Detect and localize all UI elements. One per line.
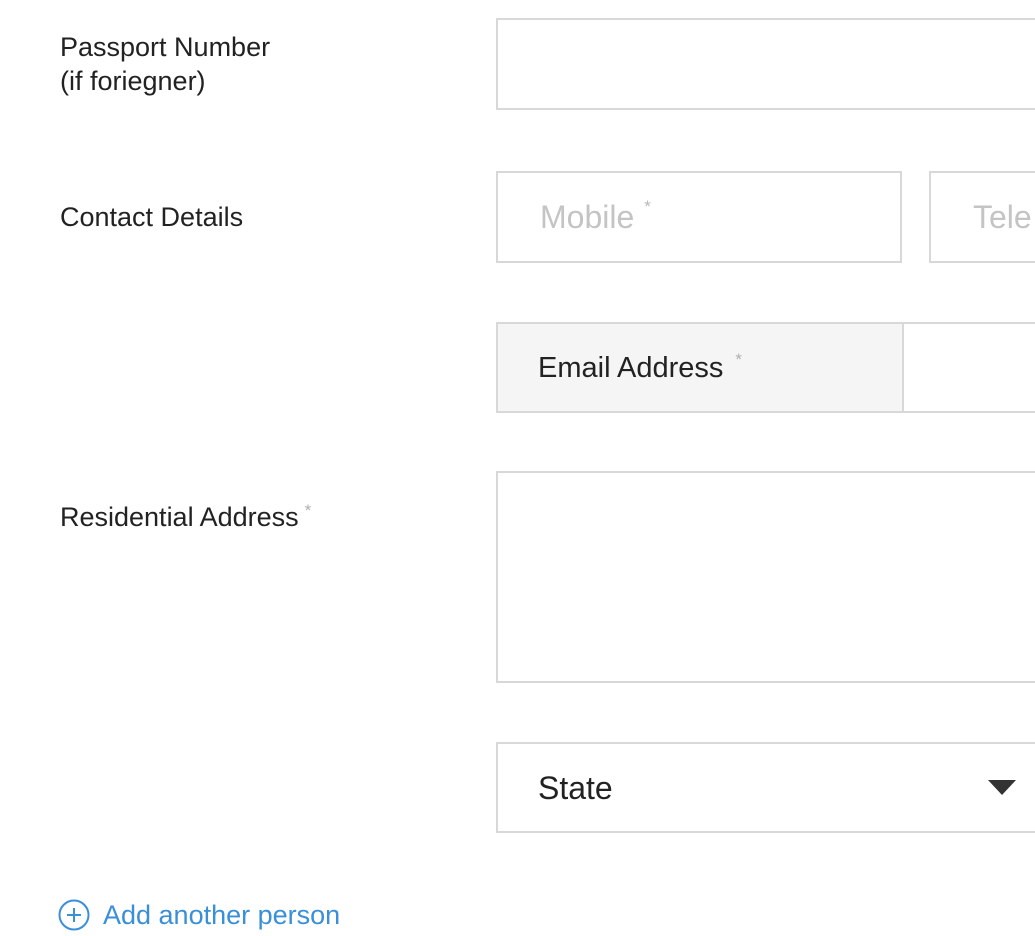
add-another-person-link[interactable]: Add another person [58,898,340,932]
residential-address-label: Residential Address * [60,500,311,534]
residential-address-textarea[interactable] [496,471,1035,683]
mobile-input[interactable]: Mobile * [496,171,902,263]
passport-label-line1: Passport Number [60,32,271,62]
email-required-marker: * [735,350,742,369]
residential-address-label-text: Residential Address [60,502,299,532]
passport-label-line2: (if foriegner) [60,66,206,96]
state-selected-value: State [538,770,613,806]
state-select[interactable]: State [496,742,1035,833]
mobile-required-marker: * [644,197,651,216]
mobile-placeholder-text: Mobile [540,199,635,235]
passport-number-input[interactable] [496,18,1035,110]
residential-required-marker: * [304,501,312,520]
telephone-input[interactable]: Tele [929,171,1035,263]
email-address-addon-text: Email Address [538,352,724,384]
plus-circle-icon [58,899,90,931]
person-details-form: Passport Number (if foriegner) Contact D… [0,0,1035,936]
add-another-person-label: Add another person [103,900,341,930]
caret-down-icon [988,780,1016,795]
telephone-placeholder: Tele [973,199,1032,235]
email-address-input[interactable] [902,324,1035,411]
email-address-group: Email Address * [496,322,1035,413]
contact-details-label: Contact Details [60,202,244,232]
email-address-addon: Email Address * [498,324,904,411]
mobile-placeholder: Mobile * [540,197,651,237]
passport-number-label: Passport Number (if foriegner) [60,30,270,98]
email-address-addon-label: Email Address * [538,350,742,386]
